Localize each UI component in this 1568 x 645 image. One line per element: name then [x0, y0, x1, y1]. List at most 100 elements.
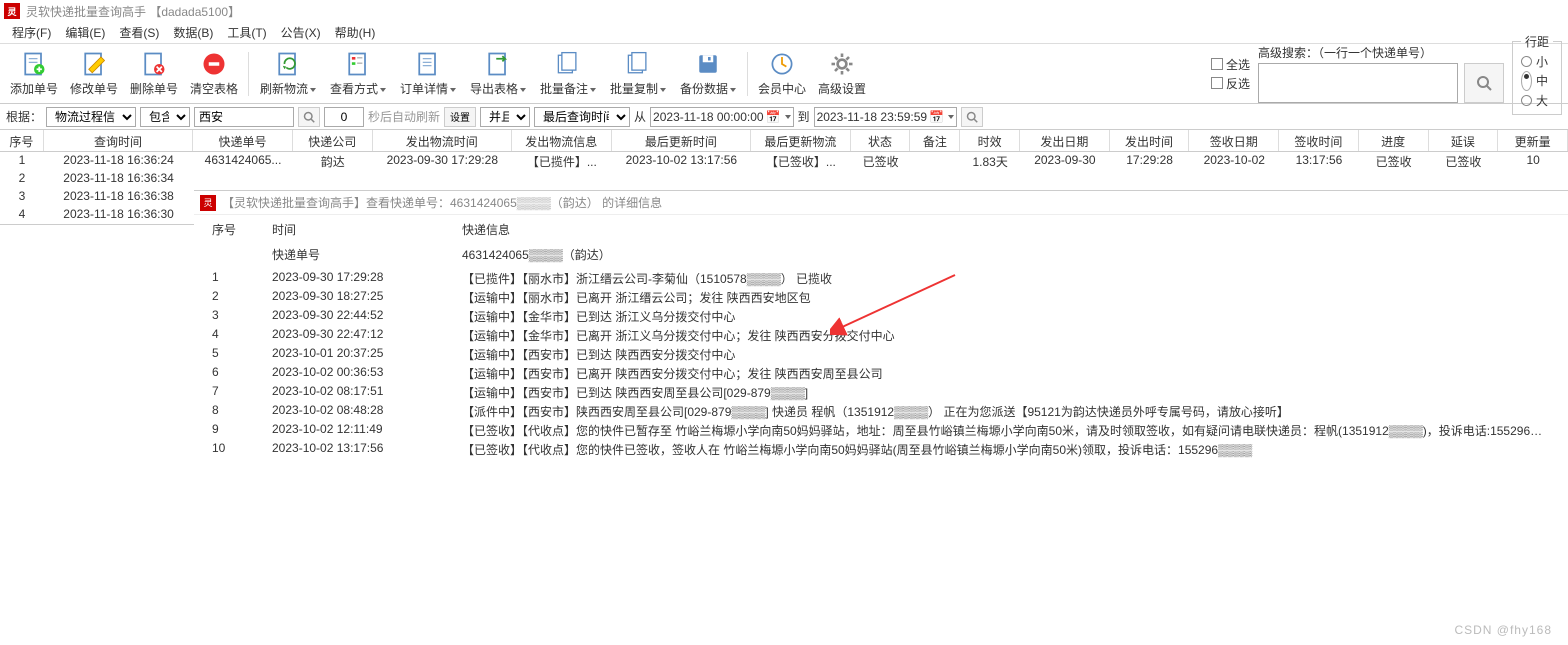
tb-detail[interactable]: 订单详情 [395, 48, 461, 100]
export-icon [484, 50, 512, 78]
date-from-input[interactable]: 2023-11-18 00:00:00📅 [650, 107, 794, 127]
autorefresh-set-button[interactable]: 设置 [444, 107, 476, 127]
table-row[interactable]: 22023-11-18 16:36:34 [0, 170, 1568, 188]
table-row[interactable]: 12023-11-18 16:36:244631424065...韵达2023-… [0, 152, 1568, 170]
grid-col-header[interactable]: 时效 [960, 130, 1020, 151]
adv-search-label: 高级搜索：（一行一个快递单号） [1258, 44, 1504, 61]
table-cell: 2023-11-18 16:36:38 [44, 188, 193, 206]
menu-edit[interactable]: 编辑(E) [59, 22, 111, 43]
grid-col-header[interactable]: 发出物流信息 [512, 130, 612, 151]
autorefresh-label: 秒后自动刷新 [368, 108, 440, 125]
detail-time: 2023-10-01 20:37:25 [262, 345, 452, 364]
date-search-button[interactable] [961, 107, 983, 127]
select-all[interactable]: 全选 [1211, 56, 1250, 73]
table-cell: 2023-10-02 13:17:56 [612, 152, 751, 170]
detail-row[interactable]: 12023-09-30 17:29:28【已揽件】【丽水市】浙江缙云公司-李菊仙… [202, 269, 1560, 288]
delete-icon [140, 50, 168, 78]
grid-col-header[interactable]: 签收日期 [1189, 130, 1279, 151]
linespace-big[interactable]: 大 [1521, 92, 1553, 109]
menu-help[interactable]: 帮助(H) [329, 22, 382, 43]
refresh-icon [274, 50, 302, 78]
filterbar: 根据： 物流过程信息 包含 秒后自动刷新 设置 并且 最后查询时间 从 2023… [0, 104, 1568, 130]
menu-data[interactable]: 数据(B) [167, 22, 219, 43]
tb-batchnote[interactable]: 批量备注 [535, 48, 601, 100]
grid-col-header[interactable]: 最后更新物流 [751, 130, 851, 151]
filter-and-select[interactable]: 并且 [480, 107, 530, 127]
adv-search-input[interactable] [1258, 63, 1458, 103]
tb-batchnote-label: 批量备注 [540, 80, 596, 97]
table-cell: 【已签收】... [751, 152, 851, 170]
tb-detail-label: 订单详情 [400, 80, 456, 97]
detail-col-info: 快递信息 [452, 219, 1560, 240]
grid-col-header[interactable]: 发出日期 [1020, 130, 1110, 151]
window-title: 灵软快递批量查询高手 【dadada5100】 [26, 3, 240, 20]
grid-col-header[interactable]: 发出物流时间 [373, 130, 512, 151]
menu-notice[interactable]: 公告(X) [275, 22, 327, 43]
window-titlebar: 灵 灵软快递批量查询高手 【dadada5100】 [0, 0, 1568, 22]
detail-row[interactable]: 42023-09-30 22:47:12【运输中】【金华市】已离开 浙江义乌分拨… [202, 326, 1560, 345]
tb-edit[interactable]: 修改单号 [66, 48, 122, 100]
table-cell [751, 170, 851, 188]
grid-col-header[interactable]: 延误 [1429, 130, 1499, 151]
menu-view[interactable]: 查看(S) [113, 22, 165, 43]
filter-op-select[interactable]: 包含 [140, 107, 190, 127]
grid-col-header[interactable]: 快递单号 [193, 130, 293, 151]
grid-col-header[interactable]: 最后更新时间 [612, 130, 751, 151]
filter-search-button[interactable] [298, 107, 320, 127]
table-cell: 已签收 [851, 152, 911, 170]
detail-msg: 【运输中】【西安市】已离开 陕西西安分拨交付中心；发往 陕西西安周至县公司 [452, 364, 1560, 383]
tb-viewmode[interactable]: 查看方式 [325, 48, 391, 100]
detail-col-seq: 序号 [202, 219, 262, 240]
table-cell: 2 [0, 170, 44, 188]
view-icon [344, 50, 372, 78]
adv-search-button[interactable] [1464, 63, 1504, 103]
detail-row[interactable]: 72023-10-02 08:17:51【运输中】【西安市】已到达 陕西西安周至… [202, 383, 1560, 402]
detail-row[interactable]: 82023-10-02 08:48:28【派件中】【西安市】陕西西安周至县公司[… [202, 402, 1560, 421]
filter-keyword-input[interactable] [194, 107, 294, 127]
detail-row[interactable]: 52023-10-01 20:37:25【运输中】【西安市】已到达 陕西西安分拨… [202, 345, 1560, 364]
grid-col-header[interactable]: 更新量 [1498, 130, 1568, 151]
menu-tools[interactable]: 工具(T) [221, 22, 272, 43]
detail-row[interactable]: 32023-09-30 22:44:52【运输中】【金华市】已到达 浙江义乌分拨… [202, 307, 1560, 326]
detail-time: 2023-09-30 22:44:52 [262, 307, 452, 326]
detail-row[interactable]: 102023-10-02 13:17:56【已签收】【代收点】您的快件已签收，签… [202, 440, 1560, 459]
tb-member[interactable]: 会员中心 [754, 48, 810, 100]
grid-col-header[interactable]: 查询时间 [44, 130, 193, 151]
autorefresh-seconds[interactable] [324, 107, 364, 127]
grid-col-header[interactable]: 发出时间 [1110, 130, 1190, 151]
detail-row[interactable]: 92023-10-02 12:11:49【已签收】【代收点】您的快件已暂存至 竹… [202, 421, 1560, 440]
date-to-input[interactable]: 2023-11-18 23:59:59📅 [814, 107, 958, 127]
tb-delete[interactable]: 删除单号 [126, 48, 182, 100]
table-cell [1189, 170, 1279, 188]
invert-select[interactable]: 反选 [1211, 75, 1250, 92]
tb-clear[interactable]: 清空表格 [186, 48, 242, 100]
grid-col-header[interactable]: 序号 [0, 130, 44, 151]
grid-col-header[interactable]: 备注 [910, 130, 960, 151]
to-label: 到 [798, 108, 810, 125]
tb-backup[interactable]: 备份数据 [675, 48, 741, 100]
grid-col-header[interactable]: 签收时间 [1279, 130, 1359, 151]
tb-backup-label: 备份数据 [680, 80, 736, 97]
settings-icon [828, 50, 856, 78]
grid-col-header[interactable]: 状态 [851, 130, 911, 151]
linespace-mid[interactable]: 中 [1521, 71, 1553, 91]
detail-seq: 10 [202, 440, 262, 459]
tb-export[interactable]: 导出表格 [465, 48, 531, 100]
table-cell: 4631424065... [193, 152, 293, 170]
table-cell: 1 [0, 152, 44, 170]
table-cell: 已签收 [1429, 152, 1499, 170]
tb-refresh[interactable]: 刷新物流 [255, 48, 321, 100]
table-cell [910, 152, 960, 170]
filter-lastfield-select[interactable]: 最后查询时间 [534, 107, 630, 127]
detail-row[interactable]: 62023-10-02 00:36:53【运输中】【西安市】已离开 陕西西安分拨… [202, 364, 1560, 383]
filter-field-select[interactable]: 物流过程信息 [46, 107, 136, 127]
grid-col-header[interactable]: 快递公司 [293, 130, 373, 151]
grid-col-header[interactable]: 进度 [1359, 130, 1429, 151]
tb-settings[interactable]: 高级设置 [814, 48, 870, 100]
tb-edit-label: 修改单号 [70, 80, 118, 97]
tb-batchcopy[interactable]: 批量复制 [605, 48, 671, 100]
menu-program[interactable]: 程序(F) [6, 22, 57, 43]
detail-row[interactable]: 22023-09-30 18:27:25【运输中】【丽水市】已离开 浙江缙云公司… [202, 288, 1560, 307]
tb-add[interactable]: 添加单号 [6, 48, 62, 100]
linespace-small[interactable]: 小 [1521, 53, 1553, 70]
